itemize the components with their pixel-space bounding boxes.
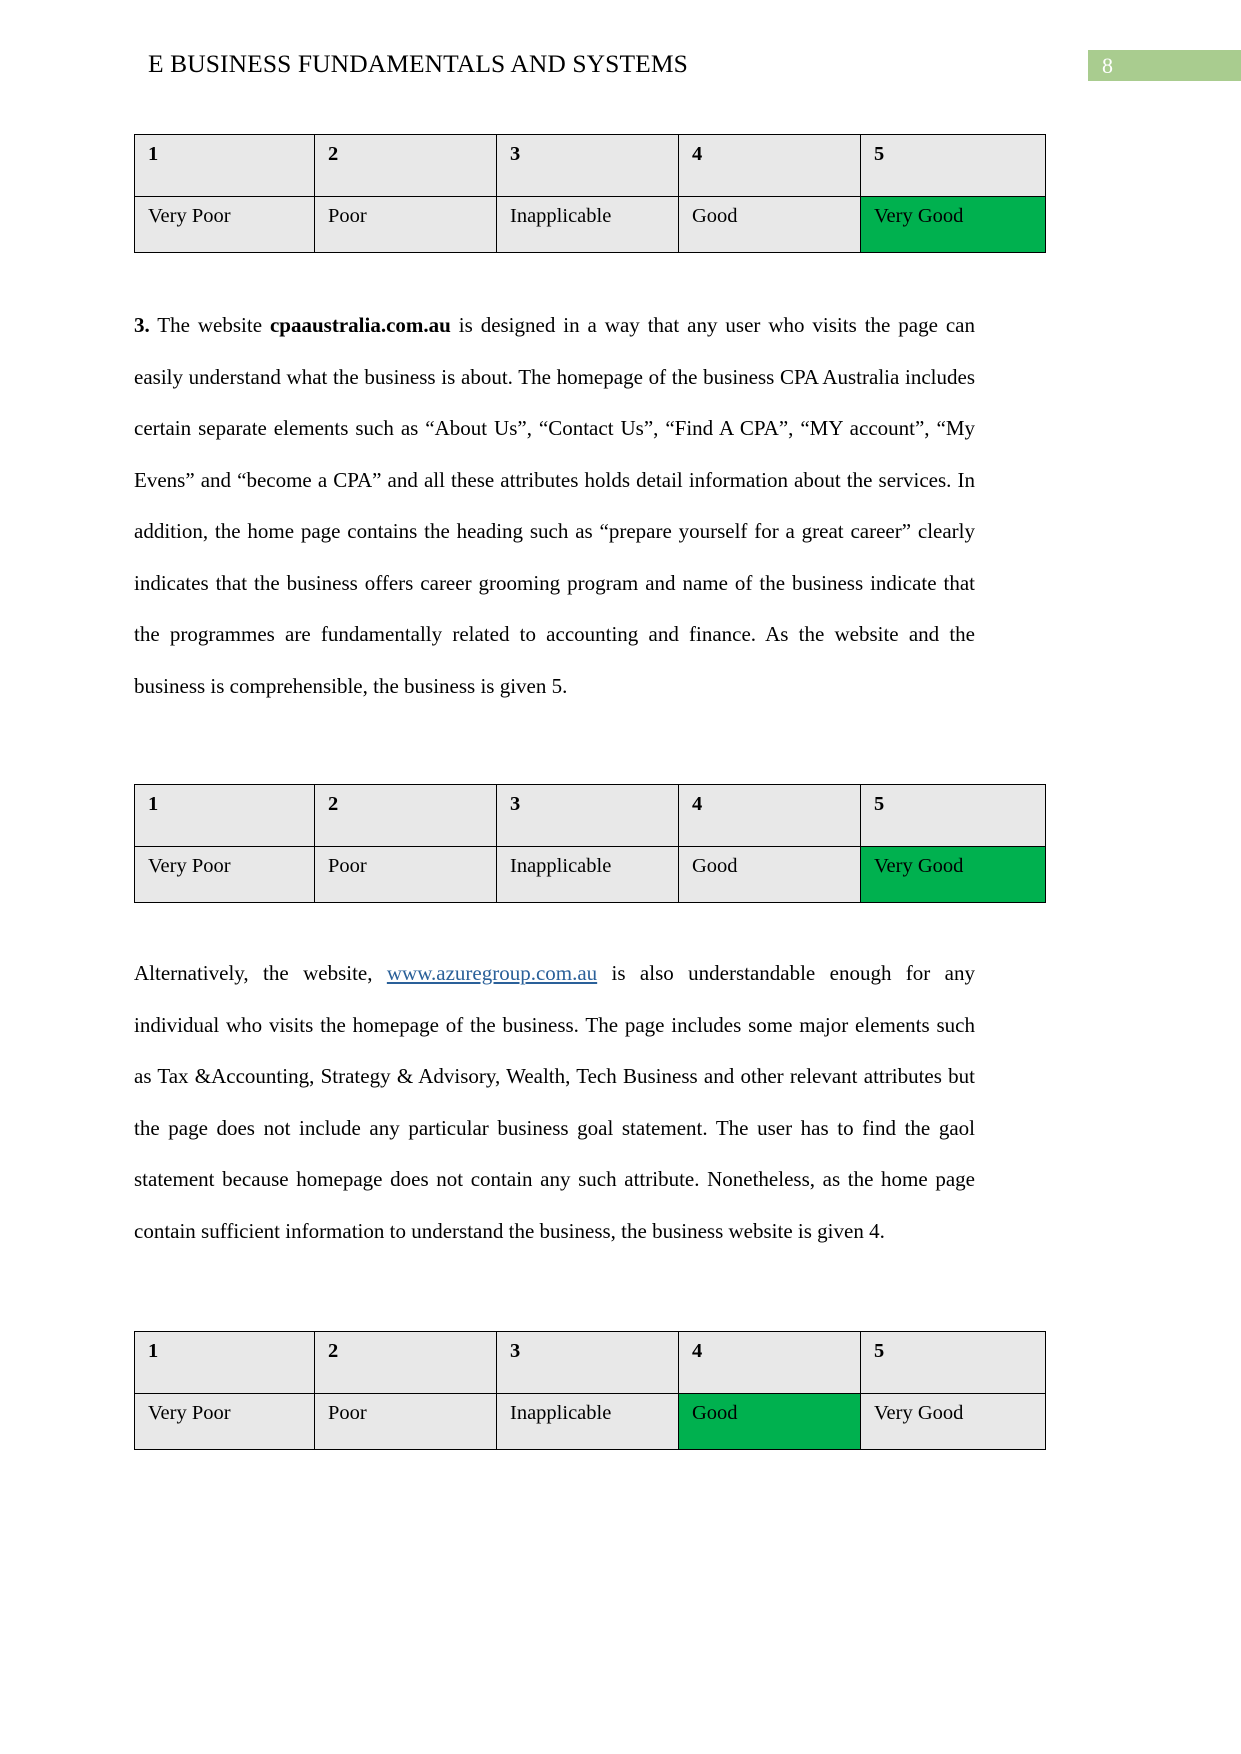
rating-label-cell: Very Poor: [134, 196, 315, 253]
paragraph-alternative: Alternatively, the website, www.azuregro…: [134, 948, 975, 1257]
rating-label-cell-selected: Good: [678, 1393, 861, 1450]
rating-label-cell: Very Good: [860, 1393, 1046, 1450]
document-page: E BUSINESS FUNDAMENTALS AND SYSTEMS 8 1 …: [0, 0, 1241, 1754]
rating-table-1: 1 2 3 4 5 Very Poor Poor Inapplicable Go…: [134, 134, 1046, 253]
rating-label-cell: Poor: [314, 1393, 497, 1450]
rating-number-cell: 5: [860, 134, 1046, 197]
table-row: 1 2 3 4 5: [134, 1331, 1046, 1394]
rating-number-cell: 1: [134, 1331, 315, 1394]
table-row: Very Poor Poor Inapplicable Good Very Go…: [134, 1393, 1046, 1450]
rating-table-3: 1 2 3 4 5 Very Poor Poor Inapplicable Go…: [134, 1331, 1046, 1450]
table-row: 1 2 3 4 5: [134, 784, 1046, 847]
page-header: E BUSINESS FUNDAMENTALS AND SYSTEMS 8: [0, 48, 1241, 88]
paragraph-lead: The website: [149, 313, 270, 337]
rating-number-cell: 4: [678, 784, 861, 847]
website-name: cpaaustralia.com.au: [269, 313, 451, 337]
rating-number-cell: 5: [860, 1331, 1046, 1394]
paragraph-body: is also understandable enough for any in…: [134, 961, 975, 1243]
rating-number-cell: 3: [496, 1331, 679, 1394]
table-row: 1 2 3 4 5: [134, 134, 1046, 197]
rating-number-cell: 3: [496, 134, 679, 197]
rating-label-cell: Very Poor: [134, 1393, 315, 1450]
azuregroup-link[interactable]: www.azuregroup.com.au: [387, 961, 597, 985]
rating-number-cell: 4: [678, 134, 861, 197]
page-title: E BUSINESS FUNDAMENTALS AND SYSTEMS: [148, 49, 688, 78]
rating-number-cell: 4: [678, 1331, 861, 1394]
rating-label-cell: Inapplicable: [496, 846, 679, 903]
rating-label-cell-selected: Very Good: [860, 196, 1046, 253]
rating-label-cell: Good: [678, 846, 861, 903]
paragraph-lead: Alternatively, the website,: [134, 961, 387, 985]
rating-label-cell: Good: [678, 196, 861, 253]
rating-label-cell: Poor: [314, 196, 497, 253]
rating-number-cell: 1: [134, 784, 315, 847]
rating-label-cell: Inapplicable: [496, 1393, 679, 1450]
page-number-badge: 8: [1088, 50, 1241, 81]
rating-label-cell: Poor: [314, 846, 497, 903]
table-row: Very Poor Poor Inapplicable Good Very Go…: [134, 846, 1046, 903]
rating-label-cell: Inapplicable: [496, 196, 679, 253]
paragraph-body: is designed in a way that any user who v…: [134, 313, 976, 698]
rating-label-cell-selected: Very Good: [860, 846, 1046, 903]
list-number: 3.: [134, 313, 150, 337]
rating-label-cell: Very Poor: [134, 846, 315, 903]
page-number-text: 8: [1102, 53, 1113, 78]
table-row: Very Poor Poor Inapplicable Good Very Go…: [134, 196, 1046, 253]
rating-number-cell: 2: [314, 1331, 497, 1394]
rating-number-cell: 1: [134, 134, 315, 197]
rating-number-cell: 2: [314, 134, 497, 197]
paragraph-item-3: 3. The website cpaaustralia.com.au is de…: [134, 300, 975, 712]
rating-number-cell: 2: [314, 784, 497, 847]
rating-number-cell: 3: [496, 784, 679, 847]
rating-number-cell: 5: [860, 784, 1046, 847]
rating-table-2: 1 2 3 4 5 Very Poor Poor Inapplicable Go…: [134, 784, 1046, 903]
